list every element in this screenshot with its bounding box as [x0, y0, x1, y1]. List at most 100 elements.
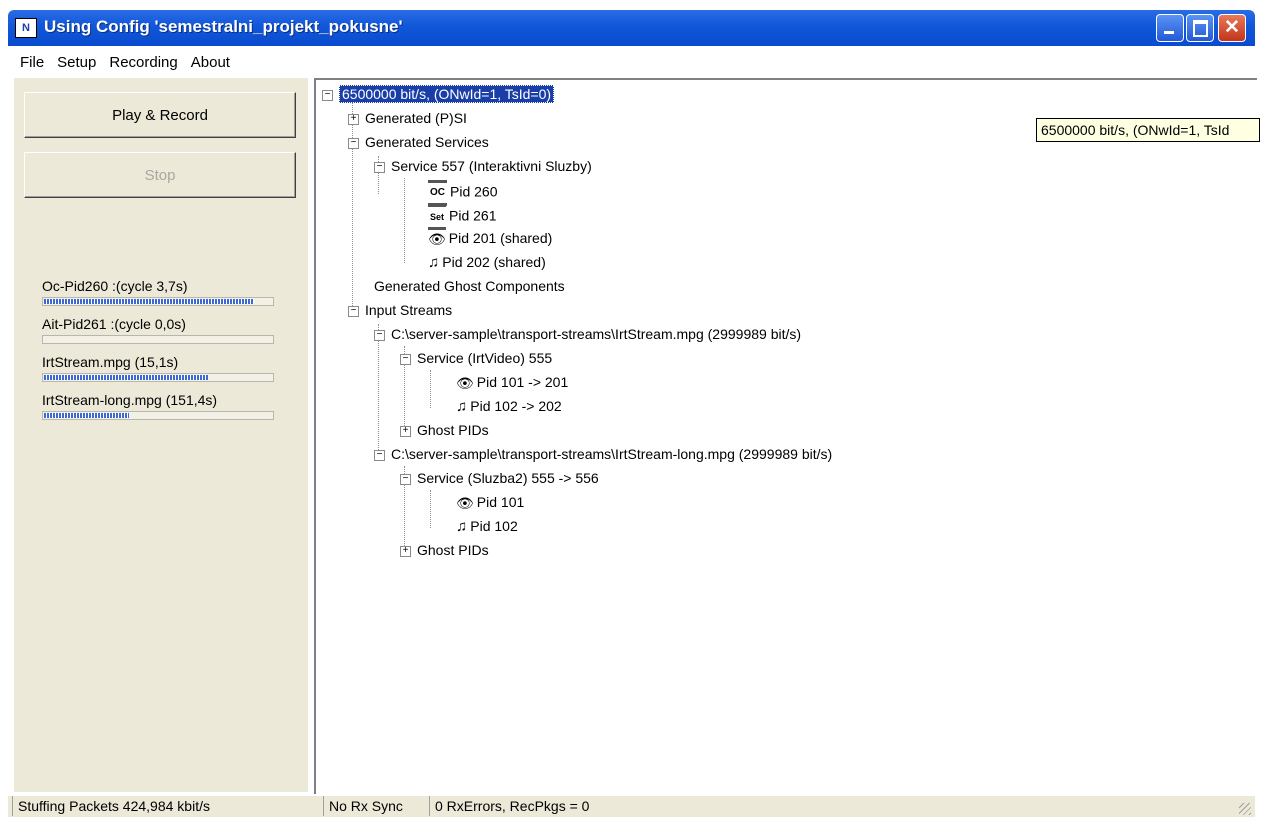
tree-node-generated-ghost[interactable]: Generated Ghost Components — [374, 276, 565, 298]
tree-node-pid-201-shared[interactable]: 👁 Pid 201 (shared) — [428, 228, 552, 250]
tree-connector — [430, 490, 431, 528]
tree-node-pid-101[interactable]: 👁 Pid 101 — [456, 492, 524, 514]
tree-node-service-irtvideo[interactable]: − Service (IrtVideo) 555 — [400, 348, 552, 370]
menu-file[interactable]: File — [14, 52, 51, 76]
tree-node-label: Pid 202 (shared) — [442, 254, 546, 270]
tooltip: 6500000 bit/s, (ONwId=1, TsId — [1036, 118, 1260, 142]
tree-node-stream-2[interactable]: − C:\server-sample\transport-streams\IrtS… — [374, 444, 832, 466]
status-sync: No Rx Sync — [323, 796, 429, 816]
tree-connector — [430, 370, 431, 408]
tree-node-label: Generated Ghost Components — [374, 278, 565, 294]
progress-label: IrtStream.mpg (15,1s) — [42, 354, 179, 370]
menu-recording[interactable]: Recording — [103, 52, 184, 76]
tree-node-ghost-pids-1[interactable]: + Ghost PIDs — [400, 420, 489, 442]
close-icon: ✕ — [1224, 17, 1240, 38]
minimize-button[interactable] — [1156, 14, 1184, 42]
progress-item-oc-pid260: Oc-Pid260 :(cycle 3,7s) — [42, 278, 292, 316]
window-title: Using Config 'semestralni_projekt_pokusn… — [44, 17, 403, 36]
control-panel: Play & Record Stop Oc-Pid260 :(cycle 3,7… — [14, 78, 308, 792]
collapse-icon[interactable]: − — [348, 137, 359, 149]
stop-button[interactable]: Stop — [24, 152, 296, 198]
tree-node-stream-1[interactable]: − C:\server-sample\transport-streams\IrtS… — [374, 324, 801, 346]
video-eye-icon: 👁 — [456, 495, 474, 512]
tree-node-label: Service (Sluzba2) 555 -> 556 — [417, 470, 599, 486]
progress-item-irtstream-long: IrtStream-long.mpg (151,4s) — [42, 392, 292, 430]
menu-bar: File Setup Recording About — [14, 52, 1255, 76]
tree-node-pid-101-201[interactable]: 👁 Pid 101 -> 201 — [456, 372, 568, 394]
tree-node-label: Pid 101 -> 201 — [476, 374, 569, 390]
tree-node-label: Pid 102 -> 202 — [470, 398, 562, 414]
tree-node-label: C:\server-sample\transport-streams\IrtSt… — [391, 446, 833, 462]
collapse-icon[interactable]: − — [374, 161, 385, 173]
collapse-icon[interactable]: − — [322, 89, 333, 101]
progress-item-ait-pid261: Ait-Pid261 :(cycle 0,0s) — [42, 316, 292, 354]
collapse-icon[interactable]: − — [374, 449, 385, 461]
progress-fill — [44, 375, 208, 380]
tree-connector — [404, 178, 405, 263]
collapse-icon[interactable]: − — [400, 473, 411, 485]
tree-node-label: 6500000 bit/s, (ONwId=1, TsId=0) — [339, 85, 555, 103]
title-bar: N Using Config 'semestralni_projekt_poku… — [8, 10, 1255, 46]
audio-note-icon: ♫ — [456, 518, 468, 536]
collapse-icon[interactable]: − — [400, 353, 411, 365]
progress-bar — [42, 373, 274, 382]
tree-node-label: Ghost PIDs — [417, 422, 489, 438]
tree-node-label: Service 557 (Interaktivni Sluzby) — [391, 158, 592, 174]
progress-fill — [44, 299, 254, 304]
minimize-icon — [1164, 31, 1174, 34]
tree-node-label: Generated Services — [365, 134, 489, 150]
tree-node-label: Pid 260 — [450, 183, 498, 200]
progress-label: IrtStream-long.mpg (151,4s) — [42, 392, 218, 408]
tree-node-label: Pid 102 — [470, 518, 518, 534]
maximize-icon — [1193, 20, 1208, 37]
collapse-icon[interactable]: − — [374, 329, 385, 341]
resize-grip-icon[interactable] — [1239, 803, 1251, 815]
app-icon: N — [15, 18, 37, 38]
progress-fill — [44, 413, 130, 418]
tree-node-pid-102-202[interactable]: ♫ Pid 102 -> 202 — [456, 396, 562, 418]
tree-node-label: Generated (P)SI — [365, 110, 467, 126]
audio-note-icon: ♫ — [456, 398, 468, 416]
tree-node-root[interactable]: −6500000 bit/s, (ONwId=1, TsId=0) — [322, 84, 555, 106]
tree-node-service-557[interactable]: − Service 557 (Interaktivni Sluzby) — [374, 156, 592, 178]
tree-node-pid-261[interactable]: Set Pid 261 — [428, 204, 497, 230]
tree-node-generated-psi[interactable]: + Generated (P)SI — [348, 108, 467, 130]
status-errors: 0 RxErrors, RecPkgs = 0 — [429, 796, 735, 816]
tree-node-pid-260[interactable]: OC Pid 260 — [428, 180, 498, 206]
progress-bar — [42, 335, 274, 344]
tree-node-generated-services[interactable]: − Generated Services — [348, 132, 489, 154]
close-button[interactable]: ✕ — [1218, 14, 1246, 42]
progress-item-irtstream: IrtStream.mpg (15,1s) — [42, 354, 292, 392]
tree-node-input-streams[interactable]: − Input Streams — [348, 300, 452, 322]
tree-node-label: Pid 261 — [449, 207, 497, 224]
progress-label: Ait-Pid261 :(cycle 0,0s) — [42, 316, 186, 332]
menu-about[interactable]: About — [185, 52, 237, 76]
menu-setup[interactable]: Setup — [51, 52, 103, 76]
set-icon: Set — [428, 204, 447, 230]
tree-node-label: Input Streams — [365, 302, 453, 318]
play-record-button[interactable]: Play & Record — [24, 92, 296, 138]
tree-node-pid-102[interactable]: ♫ Pid 102 — [456, 516, 518, 538]
tree-node-ghost-pids-2[interactable]: + Ghost PIDs — [400, 540, 489, 562]
tree-node-label: Service (IrtVideo) 555 — [417, 350, 553, 366]
expand-icon[interactable]: + — [400, 425, 411, 437]
tree-node-label: Pid 201 (shared) — [448, 230, 553, 246]
progress-bar — [42, 297, 274, 306]
tree-node-label: Pid 101 — [476, 494, 525, 510]
maximize-button[interactable] — [1186, 14, 1214, 42]
tree-node-service-sluzba2[interactable]: − Service (Sluzba2) 555 -> 556 — [400, 468, 599, 490]
expand-icon[interactable]: + — [348, 113, 359, 125]
status-bar: Stuffing Packets 424,984 kbit/s No Rx Sy… — [8, 796, 1255, 817]
tree-node-label: C:\server-sample\transport-streams\IrtSt… — [391, 326, 802, 342]
status-stuffing: Stuffing Packets 424,984 kbit/s — [12, 796, 318, 816]
tree-node-label: Ghost PIDs — [417, 542, 489, 558]
progress-label: Oc-Pid260 :(cycle 3,7s) — [42, 278, 188, 294]
progress-bar — [42, 411, 274, 420]
audio-note-icon: ♫ — [428, 254, 440, 272]
tree-node-pid-202-shared[interactable]: ♫ Pid 202 (shared) — [428, 252, 546, 274]
collapse-icon[interactable]: − — [348, 305, 359, 317]
stream-tree-view[interactable]: −6500000 bit/s, (ONwId=1, TsId=0) + Gener… — [314, 78, 1257, 794]
video-eye-icon: 👁 — [456, 375, 474, 392]
expand-icon[interactable]: + — [400, 545, 411, 557]
object-carousel-icon: OC — [428, 180, 447, 206]
